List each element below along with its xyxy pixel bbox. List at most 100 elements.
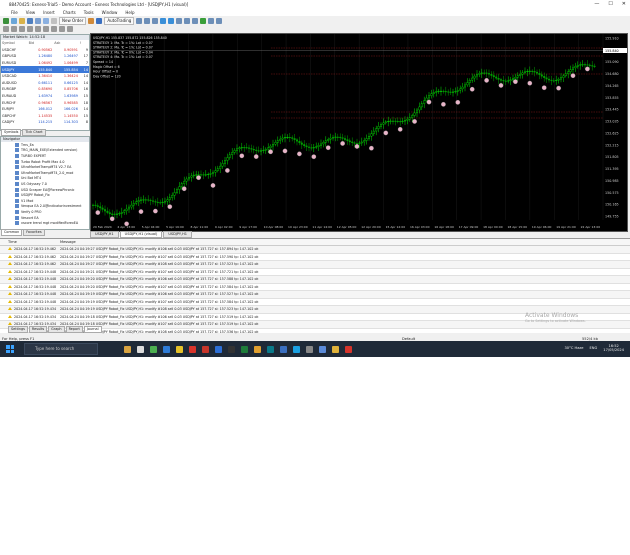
chrome-icon[interactable] — [150, 345, 157, 353]
chart-canvas[interactable]: 155.910155.500155.090154.680154.265153.8… — [91, 34, 627, 231]
text-icon[interactable] — [59, 26, 65, 32]
navigator-expert-item[interactable]: Venqua EA 2.0@Indicatorinvestment — [1, 204, 89, 210]
market-watch-row[interactable]: GBPCHF 1.14535 1.14550 15 — [1, 113, 89, 120]
market-watch-row[interactable]: EURGBP 0.85690 0.85706 16 — [1, 86, 89, 93]
tab-report[interactable]: Report — [65, 326, 83, 333]
market-watch-row[interactable]: CADJPY 114.215 114.303 8 — [1, 119, 89, 126]
tab-common[interactable]: Common — [1, 229, 23, 236]
fibonacci-icon[interactable] — [51, 26, 57, 32]
tab-journal[interactable]: Journal — [83, 326, 102, 333]
autotrading-button[interactable]: AutoTrading — [104, 16, 135, 25]
navigator-icon[interactable] — [35, 17, 41, 24]
menu-view[interactable]: View — [26, 10, 36, 15]
column-bid[interactable]: Bid — [28, 40, 54, 47]
market-watch-row[interactable]: AUDUSD 0.66111 0.66125 14 — [1, 80, 89, 87]
market-watch-row[interactable]: EURUSD 1.06492 1.06499 7 — [1, 60, 89, 67]
menu-tools[interactable]: Tools — [84, 10, 94, 15]
horizontal-line-icon[interactable] — [27, 26, 33, 32]
close-button[interactable]: ✕ — [622, 1, 626, 7]
autoscroll-icon[interactable] — [192, 17, 199, 24]
market-watch-row[interactable]: GBPUSD 1.26480 1.26497 17 — [1, 53, 89, 60]
journal-row[interactable]: 2024.04.17 16:52:19.462 2024.04.24 04:19:… — [0, 246, 630, 254]
minimize-button[interactable]: — — [594, 1, 599, 7]
channel-icon[interactable] — [43, 26, 49, 32]
column-ask[interactable]: Ask — [53, 40, 79, 47]
market-watch-row[interactable]: EURJPY 166.012 166.026 14 — [1, 106, 89, 113]
journal-row[interactable]: 2024.04.17 16:52:19.462 2024.04.24 04:19:… — [0, 261, 630, 269]
chart-tab-usdjpy-h1[interactable]: USDJPY,H1 — [90, 231, 119, 238]
tab-settings[interactable]: Settings — [8, 326, 28, 333]
tile-windows-icon[interactable] — [176, 17, 183, 24]
language-indicator[interactable]: ENG — [590, 346, 598, 350]
file-explorer-icon[interactable] — [176, 345, 183, 353]
journal-row[interactable]: 2024.04.17 16:52:19.448 2024.04.24 04:19:… — [0, 276, 630, 284]
column-symbol[interactable]: Symbol — [1, 40, 28, 47]
mt4-taskbar-icon[interactable] — [280, 345, 287, 353]
zoom-out-icon[interactable] — [168, 17, 175, 24]
candlesticks-icon[interactable] — [144, 17, 151, 24]
price-chart[interactable]: 155.910155.500155.090154.680154.265153.8… — [90, 33, 628, 232]
app-icon-blue-2[interactable] — [319, 345, 326, 353]
navigator-expert-item[interactable]: vscore trend mgt modifiedForexEA — [1, 220, 89, 226]
chart-tab-usdjpy-h1-b[interactable]: USDJPY,H1 — [163, 231, 193, 238]
column-spread[interactable]: ! — [79, 40, 89, 47]
market-watch-row[interactable]: USDCAD 1.36410 1.36424 14 — [1, 73, 89, 80]
cursor-icon[interactable] — [3, 26, 9, 32]
market-watch-row[interactable]: USDJPY 155.840 155.854 14 — [1, 66, 89, 73]
task-view-icon[interactable] — [137, 345, 144, 353]
tab-results[interactable]: Results — [28, 326, 48, 333]
bar-chart-icon[interactable] — [136, 17, 143, 24]
app-icon-blue[interactable] — [215, 345, 222, 353]
column-time[interactable]: Time — [0, 239, 60, 245]
crosshair-icon[interactable] — [11, 26, 17, 32]
app-icon-teal[interactable] — [267, 345, 274, 353]
app-icon-1[interactable] — [124, 345, 131, 353]
tab-favorites[interactable]: Favorites — [23, 229, 45, 236]
windows-start-icon[interactable] — [6, 345, 14, 353]
tab-symbols[interactable]: Symbols — [1, 129, 22, 136]
new-chart-icon[interactable] — [3, 17, 9, 24]
app-icon-grey[interactable] — [306, 345, 313, 353]
menu-help[interactable]: Help — [125, 10, 134, 15]
tester-icon[interactable] — [51, 17, 57, 24]
journal-row[interactable]: 2024.04.17 16:52:19.448 2024.04.24 04:19:… — [0, 269, 630, 276]
indicators-icon[interactable] — [200, 17, 207, 24]
column-message[interactable]: Message — [60, 239, 630, 245]
maximize-button[interactable]: ☐ — [608, 1, 612, 7]
market-watch-row[interactable]: USDCHF 0.90562 0.90591 9 — [1, 47, 89, 54]
app-icon-cyan[interactable] — [293, 345, 300, 353]
periods-icon[interactable] — [208, 17, 215, 24]
menu-file[interactable]: File — [11, 10, 18, 15]
menu-charts[interactable]: Charts — [63, 10, 76, 15]
templates-icon[interactable] — [216, 17, 223, 24]
arrows-icon[interactable] — [67, 26, 73, 32]
vertical-line-icon[interactable] — [19, 26, 25, 32]
weather-widget[interactable]: 30°C Haze — [565, 346, 584, 350]
terminal-icon[interactable] — [43, 17, 49, 24]
app-icon-yellow[interactable] — [332, 345, 339, 353]
tab-graph[interactable]: Graph — [48, 326, 65, 333]
excel-icon[interactable] — [241, 345, 248, 353]
trendline-icon[interactable] — [35, 26, 41, 32]
new-order-button[interactable]: New Order — [59, 16, 87, 25]
chart-tab-usdjpy-h1-visual[interactable]: USDJPY,H1 (visual) — [119, 231, 163, 238]
market-watch-icon[interactable] — [19, 17, 25, 24]
app-icon-red[interactable] — [189, 345, 196, 353]
profiles-icon[interactable] — [11, 17, 17, 24]
clock[interactable]: 16:52 17/05/2024 — [603, 344, 624, 352]
zoom-in-icon[interactable] — [160, 17, 167, 24]
app-icon-orange[interactable] — [254, 345, 261, 353]
journal-row[interactable]: 2024.04.17 16:52:19.462 2024.04.24 04:19:… — [0, 254, 630, 261]
market-watch-row[interactable]: EURCHF 0.96567 0.96585 18 — [1, 99, 89, 106]
app-icon-dark[interactable] — [228, 345, 235, 353]
menu-insert[interactable]: Insert — [43, 10, 54, 15]
app-icon-red-2[interactable] — [202, 345, 209, 353]
taskbar-search-input[interactable]: Type here to search — [24, 343, 98, 355]
journal-row[interactable]: 2024.04.17 16:52:19.448 2024.04.24 04:19:… — [0, 299, 630, 306]
metaeditor-icon[interactable] — [88, 17, 95, 24]
data-window-icon[interactable] — [27, 17, 33, 24]
navigator-expert-item[interactable]: TRG_MAIN_EXE(Extended version) — [1, 148, 89, 154]
menu-window[interactable]: Window — [102, 10, 118, 15]
journal-row[interactable]: 2024.04.17 16:52:19.448 2024.04.24 04:19:… — [0, 291, 630, 299]
chart-shift-icon[interactable] — [184, 17, 191, 24]
